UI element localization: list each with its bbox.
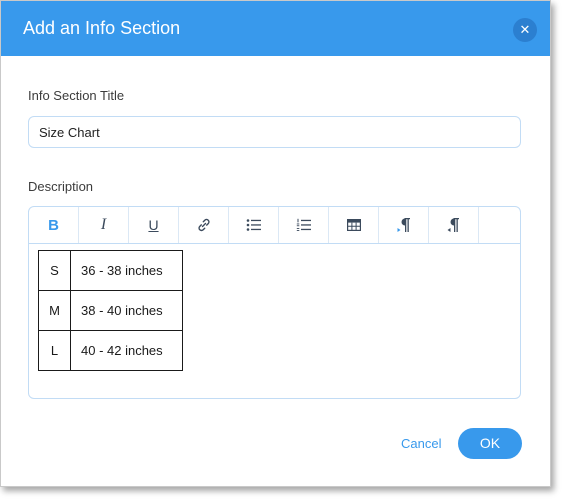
table-icon	[346, 219, 361, 231]
link-icon	[197, 218, 210, 232]
bold-icon: B	[48, 216, 59, 234]
numbered-list-button[interactable]	[279, 207, 329, 243]
size-chart-table[interactable]: S 36 - 38 inches M 38 - 40 inches L 40 -…	[38, 250, 183, 371]
rtl-button[interactable]	[429, 207, 479, 243]
range-cell[interactable]: 38 - 40 inches	[70, 290, 183, 331]
close-button[interactable]: ✕	[513, 18, 537, 42]
rtl-paragraph-icon	[447, 218, 459, 232]
add-info-section-dialog: Add an Info Section ✕ Info Section Title…	[0, 0, 551, 487]
italic-button[interactable]: I	[79, 207, 129, 243]
table-row: S 36 - 38 inches	[38, 250, 183, 291]
ltr-paragraph-icon	[397, 218, 410, 232]
numbered-list-icon	[296, 218, 311, 231]
range-cell[interactable]: 40 - 42 inches	[70, 330, 183, 371]
size-cell[interactable]: M	[38, 290, 71, 331]
link-button[interactable]	[179, 207, 229, 243]
range-cell[interactable]: 36 - 38 inches	[70, 250, 183, 291]
info-section-title-label: Info Section Title	[28, 88, 125, 103]
size-cell[interactable]: S	[38, 250, 71, 291]
ok-button[interactable]: OK	[458, 428, 522, 459]
italic-icon: I	[100, 216, 107, 233]
ltr-button[interactable]	[379, 207, 429, 243]
close-icon: ✕	[519, 22, 531, 37]
info-section-title-input[interactable]	[28, 116, 521, 148]
editor-toolbar: B I U	[29, 207, 520, 244]
table-button[interactable]	[329, 207, 379, 243]
table-row: L 40 - 42 inches	[38, 330, 183, 371]
table-row: M 38 - 40 inches	[38, 290, 183, 331]
cancel-button[interactable]: Cancel	[401, 436, 441, 451]
bullet-list-button[interactable]	[229, 207, 279, 243]
bold-button[interactable]: B	[29, 207, 79, 243]
dialog-header: Add an Info Section ✕	[1, 1, 550, 56]
bullet-list-icon	[246, 219, 261, 231]
size-cell[interactable]: L	[38, 330, 71, 371]
description-editor[interactable]: B I U S 36 - 38 inches M 38 - 40 inches …	[28, 206, 521, 399]
description-label: Description	[28, 179, 94, 194]
dialog-title: Add an Info Section	[23, 18, 181, 38]
underline-icon: U	[148, 217, 159, 233]
underline-button[interactable]: U	[129, 207, 179, 243]
